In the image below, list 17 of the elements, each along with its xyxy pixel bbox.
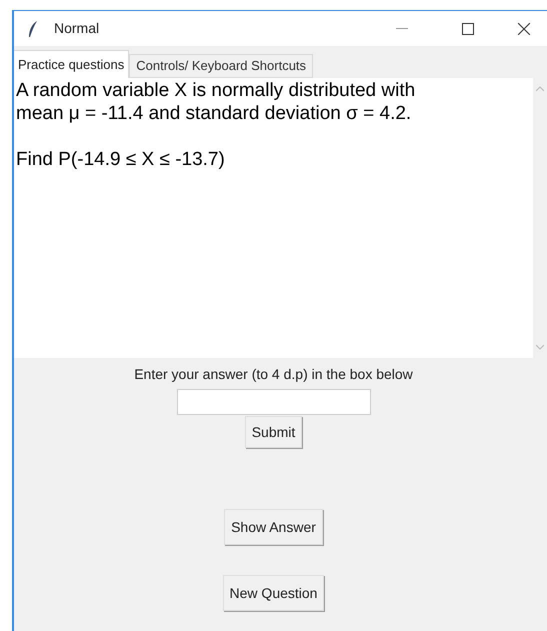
question-paragraph: A random variable X is normally distributed with mean μ = -11.4 and standard deviation σ = 4.2. bbox=[16, 79, 416, 125]
close-icon bbox=[518, 22, 530, 34]
answer-field[interactable] bbox=[176, 389, 370, 415]
tab[interactable]: Controls/ Keyboard Shortcuts bbox=[129, 54, 314, 78]
question-text-area[interactable]: A random variable X is normally distributed with mean μ = -11.4 and standard deviation σ = 4.2. Find P(-14.9 ≤ X ≤ -13.7) bbox=[14, 78, 533, 358]
window-title: Normal bbox=[54, 19, 100, 38]
action-button[interactable]: New Question bbox=[222, 575, 324, 611]
submit-button[interactable]: Submit bbox=[244, 416, 302, 448]
maximize-icon bbox=[462, 22, 474, 34]
tab[interactable]: Practice questions bbox=[14, 50, 130, 78]
minimize-icon bbox=[396, 28, 408, 30]
scroll-down-icon bbox=[536, 345, 544, 350]
scroll-up-icon bbox=[536, 86, 544, 91]
feather-icon bbox=[28, 20, 38, 38]
question-paragraph: Find P(-14.9 ≤ X ≤ -13.7) bbox=[16, 148, 226, 171]
action-button[interactable]: Show Answer bbox=[224, 509, 323, 545]
answer-prompt: Enter your answer (to 4 d.p) in the box below bbox=[134, 365, 413, 384]
